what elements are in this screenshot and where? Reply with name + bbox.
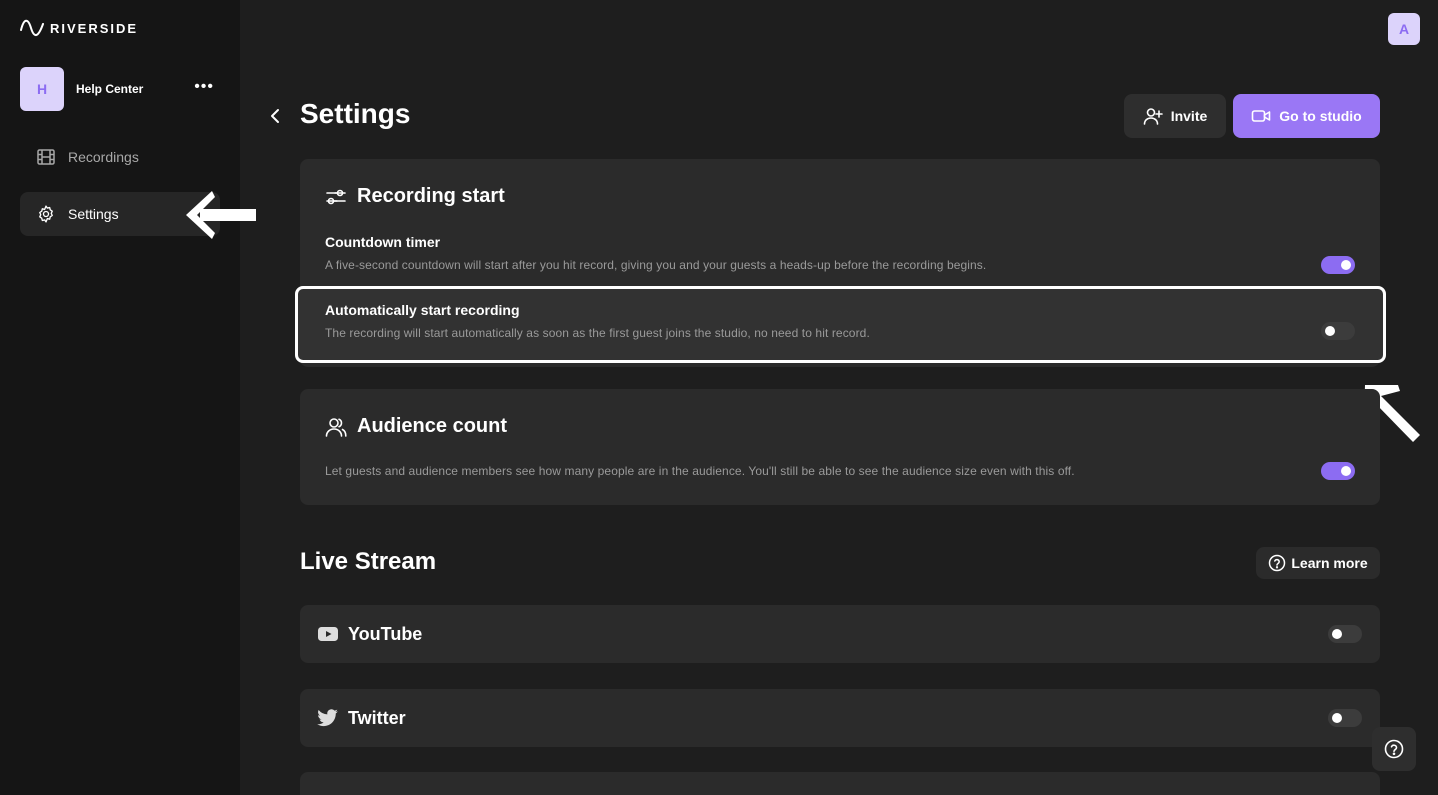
auto-start-recording-row: Automatically start recording The record…: [295, 286, 1386, 363]
workspace-avatar: H: [20, 67, 64, 111]
recording-start-title: Recording start: [325, 185, 505, 208]
toggle-knob: [1325, 326, 1335, 336]
toggle-knob: [1341, 466, 1351, 476]
countdown-timer-toggle[interactable]: [1321, 256, 1355, 274]
auto-start-recording-label: Automatically start recording: [325, 302, 520, 318]
user-avatar[interactable]: A: [1388, 13, 1420, 45]
go-to-studio-button[interactable]: Go to studio: [1233, 94, 1380, 138]
annotation-arrow-left-icon: [186, 191, 256, 239]
invite-button[interactable]: Invite: [1124, 94, 1226, 138]
twitter-toggle[interactable]: [1328, 709, 1362, 727]
toggle-knob: [1332, 713, 1342, 723]
sidebar-item-recordings[interactable]: Recordings: [20, 135, 220, 179]
film-icon: [37, 149, 55, 165]
more-options-icon[interactable]: •••: [194, 79, 214, 95]
toggle-knob: [1341, 260, 1351, 270]
youtube-toggle[interactable]: [1328, 625, 1362, 643]
workspace-switcher[interactable]: H Help Center •••: [20, 67, 220, 111]
invite-label: Invite: [1170, 108, 1208, 124]
audience-count-description: Let guests and audience members see how …: [325, 464, 1075, 478]
stream-row-twitter: Twitter: [300, 689, 1380, 747]
countdown-timer-description: A five-second countdown will start after…: [325, 258, 987, 272]
page-title: Settings: [300, 98, 411, 129]
learn-more-label: Learn more: [1291, 555, 1368, 571]
logo-text: RIVERSIDE: [50, 20, 139, 36]
wave-logo-icon: [20, 19, 44, 36]
gear-icon: [39, 205, 53, 223]
stream-platform-name: YouTube: [348, 624, 423, 644]
workspace-name: Help Center: [76, 82, 144, 96]
learn-more-button[interactable]: Learn more: [1256, 547, 1380, 579]
audience-count-card: Audience count Let guests and audience m…: [300, 389, 1380, 505]
chevron-left-icon[interactable]: [266, 106, 286, 126]
auto-start-recording-description: The recording will start automatically a…: [325, 326, 870, 340]
help-circle-icon: [1269, 554, 1286, 572]
sliders-icon: [326, 189, 346, 204]
stream-row-youtube: YouTube: [300, 605, 1380, 663]
card-title-text: Audience count: [357, 415, 508, 437]
audience-count-toggle[interactable]: [1321, 462, 1355, 480]
stream-platform-name: Twitter: [348, 708, 406, 728]
stream-row-partial: [300, 772, 1380, 795]
live-stream-title: Live Stream: [300, 548, 437, 575]
add-user-icon: [1143, 108, 1163, 125]
go-to-studio-label: Go to studio: [1279, 108, 1362, 124]
help-circle-icon: [1384, 739, 1404, 759]
riverside-logo[interactable]: RIVERSIDE: [20, 18, 138, 38]
audience-count-title: Audience count: [325, 415, 507, 438]
help-button[interactable]: [1372, 727, 1416, 771]
video-camera-icon: [1251, 110, 1271, 122]
auto-start-recording-toggle[interactable]: [1321, 322, 1355, 340]
twitter-icon: [317, 709, 338, 727]
sidebar-item-label: Recordings: [68, 149, 139, 165]
countdown-timer-label: Countdown timer: [325, 234, 441, 250]
toggle-knob: [1332, 629, 1342, 639]
youtube-icon: [318, 627, 338, 641]
sidebar: RIVERSIDE H Help Center ••• Recordings S…: [0, 0, 240, 795]
card-title-text: Recording start: [357, 185, 505, 207]
sidebar-item-label: Settings: [68, 206, 119, 222]
users-icon: [325, 417, 347, 437]
